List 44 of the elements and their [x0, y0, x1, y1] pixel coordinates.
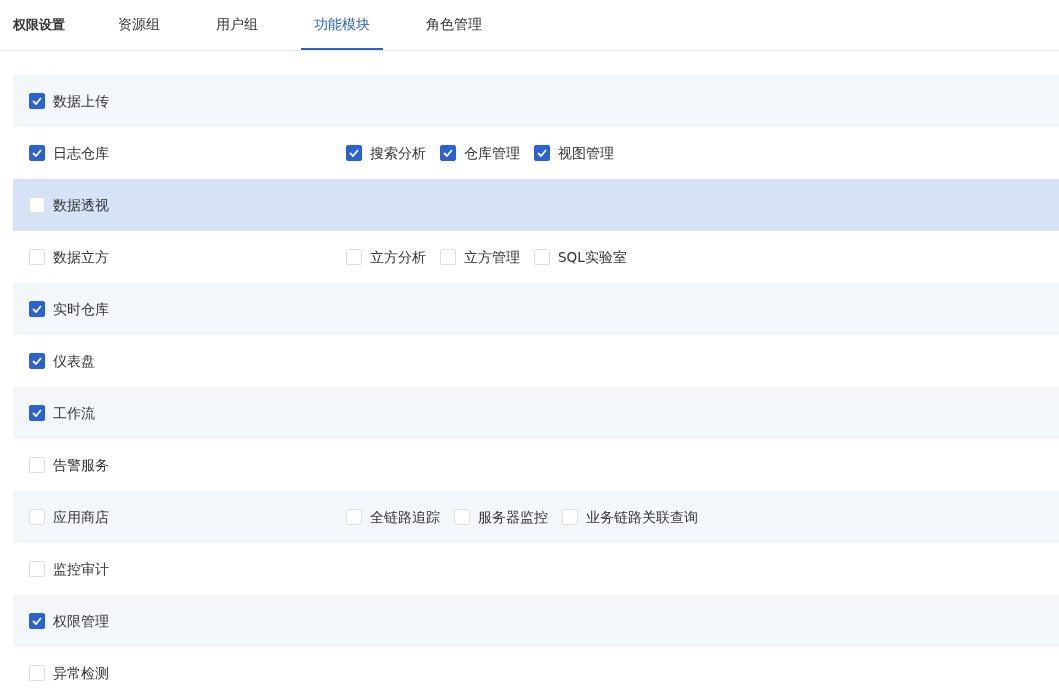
- checkbox-label[interactable]: 立方分析: [370, 246, 426, 268]
- checkbox-label[interactable]: 异常检测: [53, 662, 109, 684]
- checkbox-label[interactable]: 视图管理: [558, 142, 614, 164]
- checkmark-icon: [32, 617, 42, 625]
- checkbox-label[interactable]: 告警服务: [53, 454, 109, 476]
- checkbox-label[interactable]: 全链路追踪: [370, 506, 440, 528]
- checkbox[interactable]: [29, 301, 45, 317]
- tab[interactable]: 功能模块: [301, 0, 383, 50]
- checkbox[interactable]: [534, 145, 550, 161]
- checkbox[interactable]: [440, 145, 456, 161]
- page-title: 权限设置: [13, 16, 65, 35]
- tab[interactable]: 角色管理: [413, 0, 495, 50]
- checkbox-label[interactable]: 实时仓库: [53, 298, 109, 320]
- checkbox-label[interactable]: 工作流: [53, 402, 95, 424]
- checkbox[interactable]: [29, 93, 45, 109]
- checkbox[interactable]: [29, 353, 45, 369]
- checkmark-icon: [32, 149, 42, 157]
- checkbox-label[interactable]: 立方管理: [464, 246, 520, 268]
- checkbox[interactable]: [29, 613, 45, 629]
- checkmark-icon: [443, 149, 453, 157]
- checkbox[interactable]: [29, 405, 45, 421]
- checkmark-icon: [32, 357, 42, 365]
- checkbox-label[interactable]: 业务链路关联查询: [586, 506, 698, 528]
- checkmark-icon: [349, 149, 359, 157]
- checkbox-label[interactable]: 数据透视: [53, 194, 109, 216]
- checkmark-icon: [32, 97, 42, 105]
- checkbox-label[interactable]: 权限管理: [53, 610, 109, 632]
- checkbox-label[interactable]: 数据上传: [53, 90, 109, 112]
- checkbox-label[interactable]: 搜索分析: [370, 142, 426, 164]
- checkbox-label[interactable]: 服务器监控: [478, 506, 548, 528]
- checkbox-label[interactable]: 应用商店: [53, 506, 109, 528]
- checkbox-label[interactable]: 仪表盘: [53, 350, 95, 372]
- tab[interactable]: 用户组: [203, 0, 271, 50]
- checkbox-label[interactable]: 监控审计: [53, 558, 109, 580]
- checkbox-label[interactable]: 仓库管理: [464, 142, 520, 164]
- checkbox[interactable]: [29, 145, 45, 161]
- checkmark-icon: [32, 305, 42, 313]
- checkbox-label[interactable]: 数据立方: [53, 246, 109, 268]
- checkbox-label[interactable]: 日志仓库: [53, 142, 109, 164]
- checkbox[interactable]: [346, 145, 362, 161]
- checkbox-label[interactable]: SQL实验室: [558, 246, 627, 268]
- checkmark-icon: [537, 149, 547, 157]
- tab[interactable]: 资源组: [105, 0, 173, 50]
- checkmark-icon: [32, 409, 42, 417]
